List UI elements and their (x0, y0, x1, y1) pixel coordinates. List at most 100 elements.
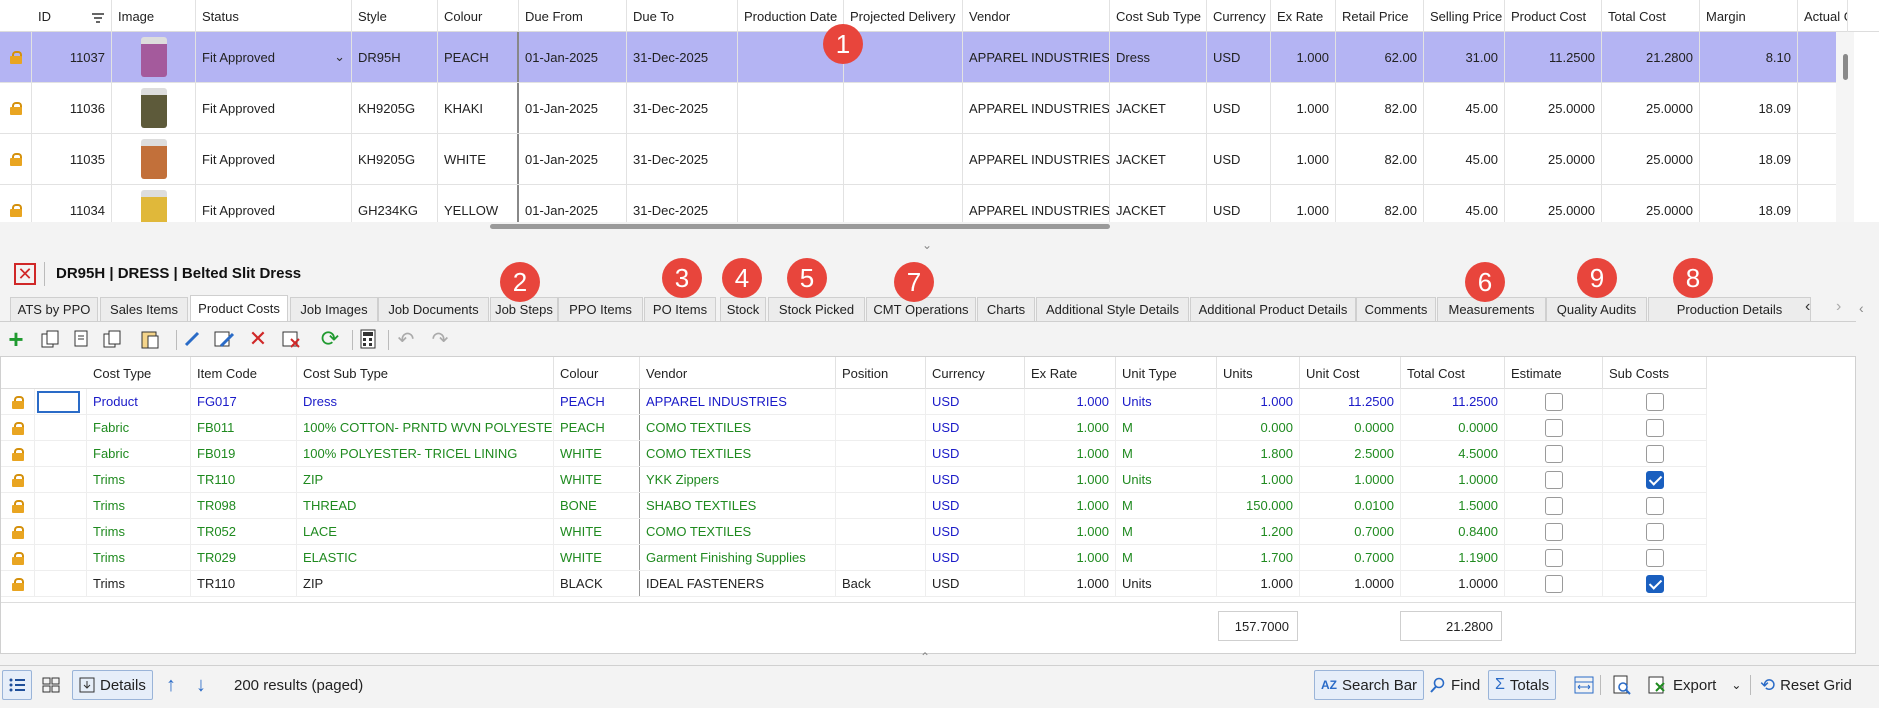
sub-costs-checkbox[interactable] (1645, 548, 1664, 567)
tab-charts[interactable]: Charts (977, 297, 1035, 321)
find-button[interactable]: Find (1424, 670, 1486, 700)
table-cell[interactable] (1603, 415, 1707, 440)
cost-row[interactable]: Trims TR029 ELASTIC WHITE Garment Finishing … (1, 545, 1707, 571)
calculator-icon[interactable] (356, 327, 380, 351)
estimate-checkbox[interactable] (1544, 392, 1563, 411)
tab-po-items[interactable]: PO Items (644, 297, 716, 321)
column-header[interactable]: Vendor (640, 357, 836, 389)
cost-row[interactable]: Trims TR052 LACE WHITE COMO TEXTILES USD 1.000… (1, 519, 1707, 545)
cost-row[interactable]: Trims TR110 ZIP BLACK IDEAL FASTENERS Back USD… (1, 571, 1707, 597)
table-cell[interactable] (1505, 571, 1603, 596)
delete-icon[interactable]: ✕ (246, 326, 270, 351)
copy-row-icon[interactable] (38, 327, 62, 351)
column-header[interactable]: Product Cost (1505, 0, 1602, 32)
edit-icon[interactable] (180, 327, 204, 351)
table-row[interactable]: 11035 Fit Approved KH9205G WHITE 01-Jan-2025… (0, 134, 1848, 185)
table-cell[interactable] (1505, 467, 1603, 492)
estimate-checkbox[interactable] (1544, 548, 1563, 567)
estimate-checkbox[interactable] (1544, 418, 1563, 437)
tab-comments[interactable]: Comments (1356, 297, 1436, 321)
column-header[interactable]: Sub Costs (1603, 357, 1707, 389)
column-header[interactable]: Currency (926, 357, 1025, 389)
column-header[interactable]: Projected Delivery (844, 0, 963, 32)
column-header[interactable]: Style (352, 0, 438, 32)
preview-button[interactable] (1606, 670, 1638, 700)
table-cell[interactable] (1603, 571, 1707, 596)
estimate-checkbox[interactable] (1544, 574, 1563, 593)
column-header[interactable]: Colour (438, 0, 519, 32)
column-header[interactable]: Total Cost (1602, 0, 1700, 32)
chevron-down-icon[interactable]: ⌄ (920, 238, 934, 252)
sub-costs-checkbox[interactable] (1645, 392, 1664, 411)
export-button[interactable]: Export ⌄ (1642, 670, 1747, 700)
column-header[interactable]: Unit Type (1116, 357, 1217, 389)
column-header[interactable]: Selling Price (1424, 0, 1505, 32)
table-cell[interactable] (1505, 415, 1603, 440)
refresh-icon[interactable]: ⟳ (318, 326, 342, 351)
column-header[interactable]: Production Date (738, 0, 844, 32)
table-cell[interactable] (1603, 441, 1707, 466)
tab-job-images[interactable]: Job Images (290, 297, 378, 321)
tab-scroll-left-icon[interactable]: ‹ (1805, 298, 1810, 316)
cost-row[interactable]: Fabric FB019 100% POLYESTER- TRICEL LINING… (1, 441, 1707, 467)
table-cell[interactable]: Fit Approved ⌄ (196, 32, 352, 82)
tab-ppo-items[interactable]: PPO Items (558, 297, 643, 321)
column-header[interactable]: Estimate (1505, 357, 1603, 389)
vertical-scrollbar[interactable] (1836, 32, 1854, 222)
list-view-button[interactable] (2, 670, 32, 700)
sub-costs-checkbox[interactable] (1645, 496, 1664, 515)
table-cell[interactable] (1505, 389, 1603, 414)
estimate-checkbox[interactable] (1544, 444, 1563, 463)
cost-row[interactable]: Trims TR098 THREAD BONE SHABO TEXTILES USD 1.0… (1, 493, 1707, 519)
delete-all-icon[interactable] (280, 327, 304, 351)
table-cell[interactable] (1603, 389, 1707, 414)
table-cell[interactable] (1603, 467, 1707, 492)
fit-columns-button[interactable] (1568, 670, 1600, 700)
close-detail-button[interactable]: ✕ (14, 263, 36, 285)
table-cell[interactable] (1505, 493, 1603, 518)
table-cell[interactable] (1603, 519, 1707, 544)
column-header[interactable]: Units (1217, 357, 1300, 389)
column-header[interactable]: Cost Sub Type (297, 357, 554, 389)
sub-costs-checkbox[interactable] (1645, 574, 1664, 593)
tab-product-costs[interactable]: Product Costs (190, 295, 288, 321)
column-header[interactable]: Unit Cost (1300, 357, 1401, 389)
table-cell[interactable] (1603, 545, 1707, 570)
tab-quality-audits[interactable]: Quality Audits (1546, 297, 1647, 321)
chevron-down-icon[interactable]: ⌄ (334, 49, 345, 65)
estimate-checkbox[interactable] (1544, 522, 1563, 541)
tab-job-documents[interactable]: Job Documents (378, 297, 489, 321)
table-row[interactable]: 11037 Fit Approved ⌄ DR95H PEACH 01-Jan-2025 3… (0, 32, 1848, 83)
table-row[interactable]: 11036 Fit Approved KH9205G KHAKI 01-Jan-2025… (0, 83, 1848, 134)
column-header[interactable]: Cost Type (87, 357, 191, 389)
estimate-checkbox[interactable] (1544, 496, 1563, 515)
tab-stock-picked[interactable]: Stock Picked (768, 297, 865, 321)
tab-additional-style-details[interactable]: Additional Style Details (1036, 297, 1189, 321)
table-row[interactable]: 11034 Fit Approved GH234KG YELLOW 01-Jan-202… (0, 185, 1848, 222)
column-header[interactable]: Cost Sub Type (1110, 0, 1207, 32)
table-cell[interactable] (1505, 441, 1603, 466)
column-header[interactable]: Actual GP (1798, 0, 1848, 32)
column-header[interactable]: Margin (1700, 0, 1798, 32)
tab-production-details[interactable]: Production Details (1648, 297, 1811, 321)
column-header[interactable]: Status (196, 0, 352, 32)
sub-costs-checkbox[interactable] (1645, 522, 1664, 541)
collapse-panel-icon[interactable]: ‹ (1859, 300, 1864, 316)
add-icon[interactable]: + (4, 324, 28, 354)
tab-scroll-right-icon[interactable]: › (1836, 298, 1841, 316)
card-view-button[interactable] (36, 670, 66, 700)
details-button[interactable]: Details (72, 670, 153, 700)
move-up-button[interactable]: ↑ (160, 670, 182, 700)
move-down-button[interactable]: ↓ (190, 670, 212, 700)
redo-icon[interactable]: ↷ (428, 327, 452, 351)
column-header[interactable]: Currency (1207, 0, 1271, 32)
tab-stock[interactable]: Stock (720, 297, 766, 321)
undo-icon[interactable]: ↶ (394, 327, 418, 351)
duplicate-icon[interactable] (70, 327, 94, 351)
column-header[interactable]: Colour (554, 357, 640, 389)
column-header[interactable]: Ex Rate (1025, 357, 1116, 389)
column-header[interactable]: Position (836, 357, 926, 389)
estimate-checkbox[interactable] (1544, 470, 1563, 489)
tab-additional-product-details[interactable]: Additional Product Details (1190, 297, 1356, 321)
column-header[interactable]: Retail Price (1336, 0, 1424, 32)
